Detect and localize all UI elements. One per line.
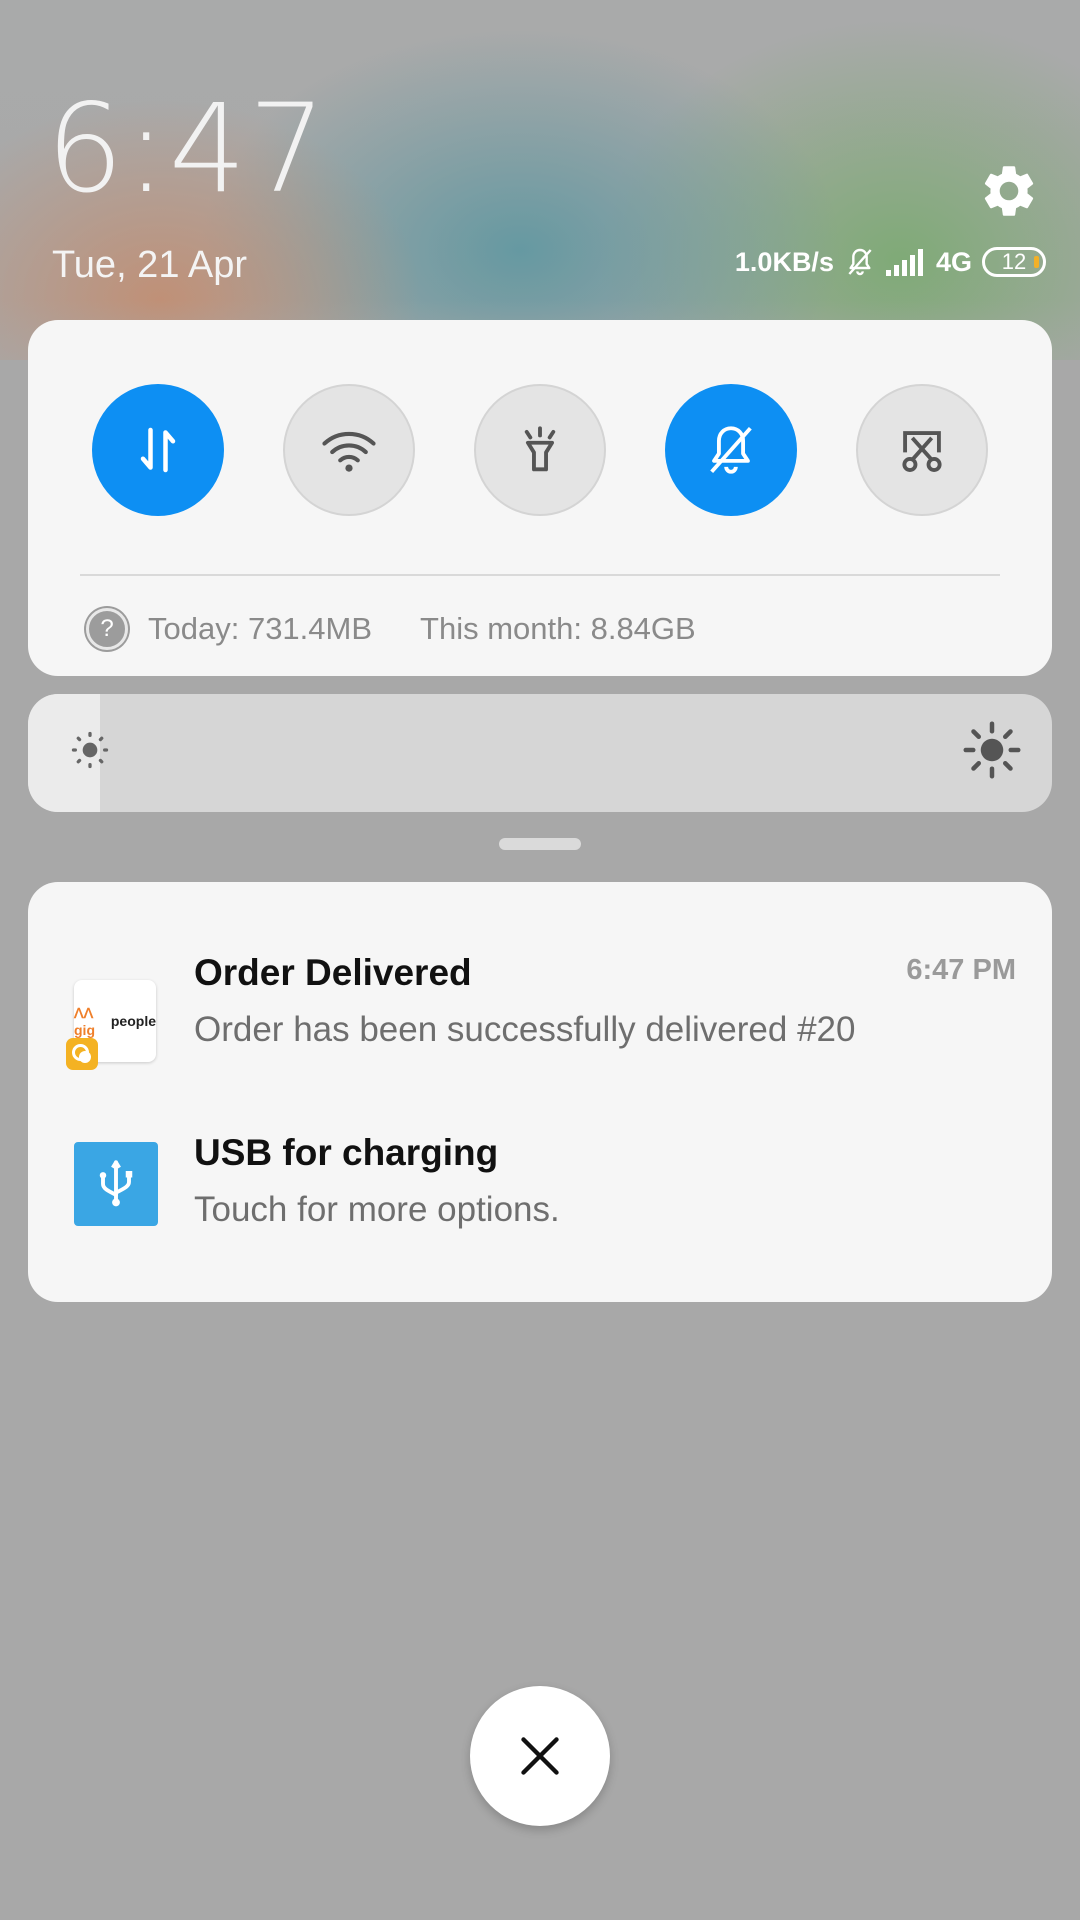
flashlight-icon — [524, 426, 556, 472]
data-month: This month: 8.84GB — [420, 611, 696, 646]
help-icon[interactable]: ? — [86, 608, 128, 650]
silent-toggle[interactable] — [665, 384, 797, 516]
notification-item[interactable]: USB for charging Touch for more options. — [28, 1132, 1052, 1272]
notification-text: Order has been successfully delivered #2… — [194, 1010, 856, 1049]
dismiss-all-button[interactable] — [470, 1686, 610, 1826]
wifi-icon — [322, 431, 376, 472]
flashlight-toggle[interactable] — [474, 384, 606, 516]
gear-icon[interactable] — [978, 160, 1040, 222]
notification-text: Touch for more options. — [194, 1190, 560, 1229]
quick-settings-toggles — [92, 384, 992, 516]
battery-icon: 12 — [982, 247, 1046, 277]
notification-title: Order Delivered — [194, 952, 472, 993]
network-type: 4G — [935, 246, 972, 277]
quick-settings-panel: ? Today: 731.4MB This month: 8.84GB — [28, 320, 1052, 676]
mobile-data-toggle[interactable] — [92, 384, 224, 516]
close-icon — [521, 1737, 559, 1775]
wifi-toggle[interactable] — [283, 384, 415, 516]
brightness-high-icon — [963, 721, 1021, 779]
data-usage-row[interactable]: ? Today: 731.4MB This month: 8.84GB — [86, 606, 696, 652]
battery-level: 12 — [1001, 249, 1027, 274]
signal-icon — [885, 249, 923, 276]
panel-drag-handle[interactable] — [499, 838, 581, 850]
scissors-icon — [902, 431, 942, 472]
divider — [80, 574, 1000, 576]
net-speed: 1.0KB/s — [734, 246, 834, 277]
app-badge-icon — [66, 1038, 98, 1070]
data-arrows-icon — [140, 427, 176, 473]
brightness-slider[interactable] — [28, 694, 1052, 812]
bell-muted-icon — [710, 426, 752, 474]
notification-title: USB for charging — [194, 1132, 499, 1173]
notification-item[interactable]: ꓥꓥ gig people Order Delivered Order has b… — [28, 952, 1052, 1092]
brightness-low-icon — [71, 731, 109, 769]
status-bar: 1.0KB/s 4G 12 — [735, 246, 1046, 278]
notification-panel: ꓥꓥ gig people Order Delivered Order has b… — [28, 882, 1052, 1302]
screenshot-toggle[interactable] — [856, 384, 988, 516]
clock[interactable]: 6:47 — [46, 88, 328, 210]
date[interactable]: Tue, 21 Apr — [52, 244, 247, 287]
bell-muted-icon — [848, 248, 872, 276]
data-today: Today: 731.4MB — [148, 611, 373, 646]
notification-time: 6:47 PM — [906, 954, 1016, 986]
usb-icon — [74, 1142, 158, 1226]
